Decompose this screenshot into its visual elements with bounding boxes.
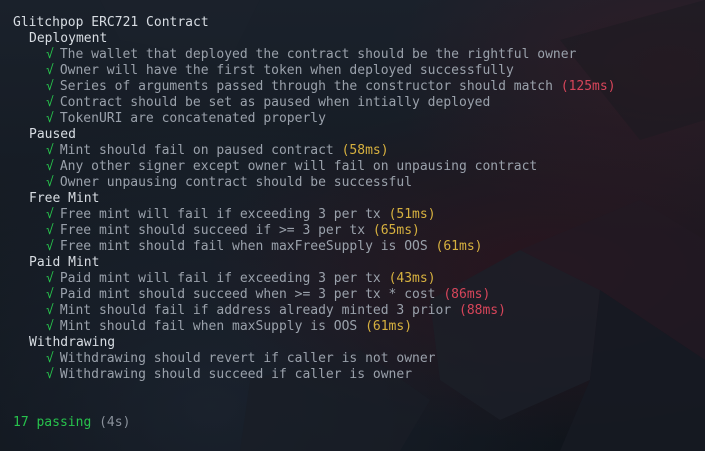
test-name: Mint should fail when maxSupply is OOS — [59, 319, 358, 334]
test-result-line: √ Mint should fail if address already min… — [13, 303, 705, 319]
test-result-line: √ TokenURI are concatenated properly — [13, 111, 705, 127]
checkmark-icon: √ — [46, 95, 54, 110]
test-name: Series of arguments passed through the c… — [59, 79, 553, 94]
test-result-line: √ Paid mint will fail if exceeding 3 per … — [13, 271, 705, 287]
checkmark-icon: √ — [46, 159, 54, 174]
test-result-line: √ Free mint should succeed if >= 3 per tx… — [13, 223, 705, 239]
checkmark-icon: √ — [46, 111, 54, 126]
summary-line: 17 passing (4s) — [13, 415, 705, 431]
test-duration: (61ms) — [365, 319, 413, 334]
checkmark-icon: √ — [46, 207, 54, 222]
test-duration: (61ms) — [435, 239, 483, 254]
test-duration: (65ms) — [372, 223, 420, 238]
checkmark-icon: √ — [46, 143, 54, 158]
test-name: Any other signer except owner will fail … — [59, 159, 538, 174]
test-name: Free mint should fail when maxFreeSupply… — [59, 239, 428, 254]
checkmark-icon: √ — [46, 303, 54, 318]
checkmark-icon: √ — [46, 175, 54, 190]
test-duration: (125ms) — [560, 79, 616, 94]
test-duration: (58ms) — [341, 143, 389, 158]
test-result-line: √ Series of arguments passed through the … — [13, 79, 705, 95]
total-time: (4s) — [99, 415, 131, 430]
checkmark-icon: √ — [46, 79, 54, 94]
test-name: Paid mint will fail if exceeding 3 per t… — [59, 271, 381, 286]
test-name: Owner will have the first token when dep… — [59, 63, 514, 78]
test-group-heading: Free Mint — [29, 191, 100, 206]
checkmark-icon: √ — [46, 63, 54, 78]
checkmark-icon: √ — [46, 271, 54, 286]
test-result-line: √ Owner unpausing contract should be succ… — [13, 175, 705, 191]
test-name: Free mint should succeed if >= 3 per tx — [59, 223, 366, 238]
test-result-line: √ Withdrawing should succeed if caller is… — [13, 367, 705, 383]
terminal-output: Glitchpop ERC721 Contract Deployment √ The… — [0, 0, 705, 451]
test-result-line: √ The wallet that deployed the contract s… — [13, 47, 705, 63]
test-result-line: √ Paid mint should succeed when >= 3 per … — [13, 287, 705, 303]
test-result-line: √ Free mint will fail if exceeding 3 per … — [13, 207, 705, 223]
test-name: Mint should fail on paused contract — [59, 143, 334, 158]
test-group-heading: Paused — [29, 127, 76, 142]
test-duration: (51ms) — [388, 207, 436, 222]
test-name: Paid mint should succeed when >= 3 per t… — [59, 287, 436, 302]
test-name: Withdrawing should revert if caller is n… — [59, 351, 436, 366]
test-duration: (88ms) — [459, 303, 506, 318]
test-group-heading: Deployment — [29, 31, 108, 46]
test-name: Contract should be set as paused when in… — [59, 95, 491, 110]
test-result-line: √ Mint should fail on paused contract (58… — [13, 143, 705, 159]
test-result-line: √ Any other signer except owner will fail… — [13, 159, 705, 175]
test-group-heading: Withdrawing — [29, 335, 116, 350]
test-result-line: √ Owner will have the first token when de… — [13, 63, 705, 79]
test-result-line: √ Mint should fail when maxSupply is OOS … — [13, 319, 705, 335]
test-duration: (86ms) — [443, 287, 491, 302]
checkmark-icon: √ — [46, 367, 54, 382]
test-name: Mint should fail if address already mint… — [59, 303, 452, 318]
passing-count: 17 passing — [13, 415, 92, 430]
test-name: TokenURI are concatenated properly — [59, 111, 326, 126]
test-result-line: √ Free mint should fail when maxFreeSuppl… — [13, 239, 705, 255]
checkmark-icon: √ — [46, 319, 54, 334]
checkmark-icon: √ — [46, 223, 54, 238]
checkmark-icon: √ — [46, 351, 54, 366]
test-name: Owner unpausing contract should be succe… — [59, 175, 413, 190]
test-result-line: √ Contract should be set as paused when i… — [13, 95, 705, 111]
test-result-line: √ Withdrawing should revert if caller is … — [13, 351, 705, 367]
test-name: Withdrawing should succeed if caller is … — [59, 367, 413, 382]
checkmark-icon: √ — [46, 47, 54, 62]
test-name: The wallet that deployed the contract sh… — [59, 47, 577, 62]
test-groups: Deployment √ The wallet that deployed the … — [13, 31, 705, 383]
checkmark-icon: √ — [46, 287, 54, 302]
suite-title: Glitchpop ERC721 Contract — [13, 15, 209, 30]
test-name: Free mint will fail if exceeding 3 per t… — [59, 207, 381, 222]
test-group-heading: Paid Mint — [29, 255, 100, 270]
checkmark-icon: √ — [46, 239, 54, 254]
test-duration: (43ms) — [388, 271, 436, 286]
